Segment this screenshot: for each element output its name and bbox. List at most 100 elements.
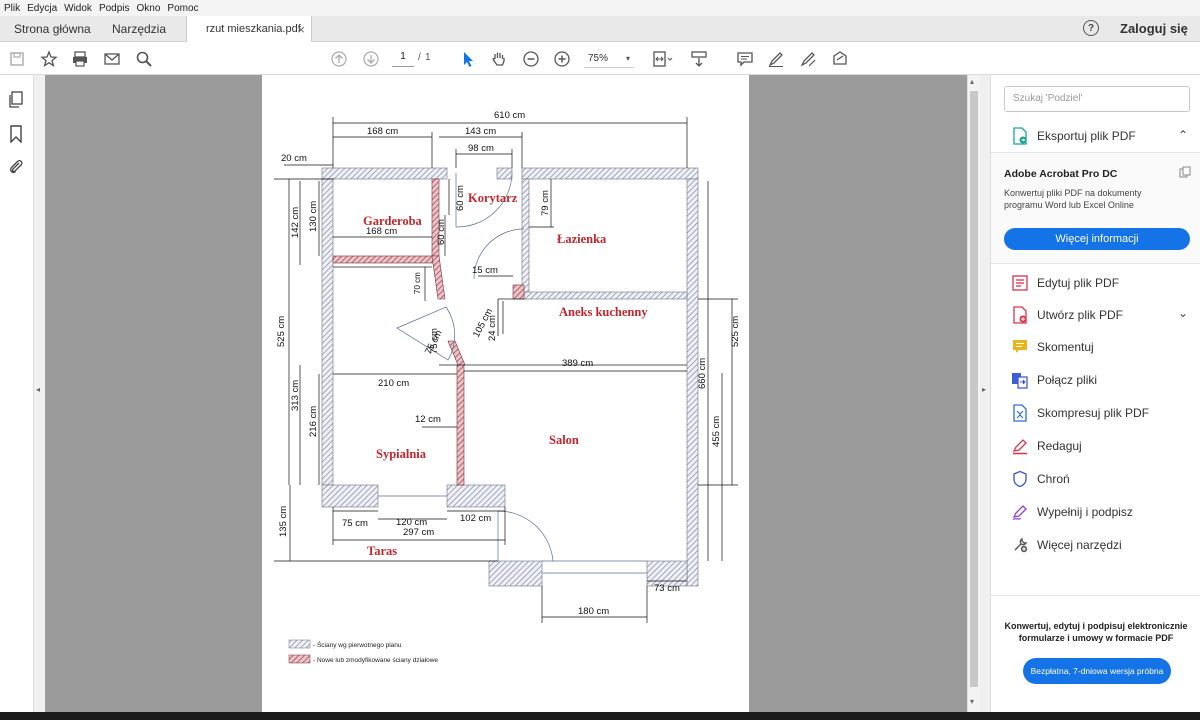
tool-label: Redaguj — [1037, 439, 1082, 453]
tab-tools[interactable]: Narzędzia — [112, 16, 166, 42]
page-number-input[interactable]: 1 — [392, 51, 414, 67]
dim-15: 15 cm — [472, 265, 498, 276]
hand-tool-icon[interactable] — [488, 48, 510, 70]
scroll-up-icon[interactable]: ▴ — [970, 77, 974, 86]
tab-close-icon[interactable]: × — [297, 22, 305, 37]
scroll-down-icon[interactable]: ▾ — [970, 697, 974, 706]
page-separator: / — [418, 52, 421, 63]
star-icon[interactable] — [38, 48, 60, 70]
dim-525b: 525 cm — [730, 316, 741, 347]
more-info-button[interactable]: Więcej informacji — [1004, 228, 1190, 250]
copy-icon[interactable] — [1179, 166, 1191, 181]
dim-389: 389 cm — [562, 358, 593, 369]
zoom-in-icon[interactable] — [551, 48, 573, 70]
draw-erase-icon[interactable] — [797, 48, 819, 70]
trial-promo: Konwertuj, edytuj i podpisuj elektronicz… — [991, 595, 1200, 712]
tool-combine-files[interactable]: Połącz pliki — [1011, 370, 1097, 390]
door-arcs — [378, 172, 647, 574]
shield-icon — [1011, 470, 1029, 488]
save-icon[interactable] — [6, 48, 28, 70]
tool-label: Chroń — [1037, 472, 1070, 486]
left-panel-toggle[interactable]: ◂ — [34, 75, 45, 712]
dim-660: 660 cm — [697, 358, 708, 389]
menu-view[interactable]: Widok — [64, 3, 92, 14]
dim-73: 73 cm — [654, 583, 680, 594]
tool-edit-pdf[interactable]: Edytuj plik PDF — [1011, 273, 1119, 293]
tool-protect[interactable]: Chroń — [1011, 469, 1070, 489]
menu-help[interactable]: Pomoc — [167, 3, 198, 14]
tool-create-pdf[interactable]: Utwórz plik PDF ⌄ — [1011, 305, 1191, 325]
zoom-out-icon[interactable] — [520, 48, 542, 70]
tool-more-tools[interactable]: Więcej narzędzi — [1011, 535, 1122, 555]
dim-455: 455 cm — [711, 416, 722, 447]
menu-edit[interactable]: Edycja — [27, 3, 57, 14]
dim-79: 79 cm — [540, 190, 551, 216]
tool-fill-sign[interactable]: Wypełnij i podpisz — [1011, 502, 1133, 522]
menu-file[interactable]: Plik — [4, 3, 20, 14]
page-up-icon[interactable] — [328, 48, 350, 70]
tab-document[interactable]: rzut mieszkania.pdf × — [186, 16, 312, 42]
chevron-down-icon[interactable]: ⌄ — [1178, 306, 1188, 320]
legend-original: - Ściany wg pierwotnego planu — [313, 640, 402, 649]
trial-promo-text: Konwertuj, edytuj i podpisuj elektronicz… — [1004, 621, 1188, 643]
zoom-search-icon[interactable] — [133, 48, 155, 70]
print-icon[interactable] — [69, 48, 91, 70]
free-trial-button[interactable]: Bezpłatna, 7-dniowa wersja próbna — [1023, 658, 1171, 684]
bookmark-icon[interactable] — [9, 125, 23, 146]
select-cursor-icon[interactable] — [457, 48, 479, 70]
legend-modified: - Nowe lub zmodyfikowane ściany działowe — [313, 657, 438, 664]
page-thumbnails-icon[interactable] — [8, 91, 24, 112]
comment-icon[interactable] — [734, 48, 756, 70]
attachment-icon[interactable] — [8, 158, 24, 179]
login-link[interactable]: Zaloguj się — [1120, 21, 1188, 36]
floor-plan-drawing: Korytarz Garderoba Łazienka Aneks kuchen… — [274, 110, 741, 664]
tab-home[interactable]: Strona główna — [14, 16, 91, 42]
export-pdf-label: Eksportuj plik PDF — [1037, 129, 1136, 143]
chevron-up-icon[interactable]: ⌃ — [1178, 128, 1188, 142]
tab-bar: Strona główna Narzędzia rzut mieszkania.… — [0, 16, 1200, 42]
dim-75c: 75 cm — [342, 518, 368, 529]
more-tools-icon — [1011, 536, 1029, 554]
promo-card: Adobe Acrobat Pro DC Konwertuj pliki PDF… — [991, 152, 1200, 264]
mail-icon[interactable] — [101, 48, 123, 70]
dim-168b: 168 cm — [366, 226, 397, 237]
vertical-scrollbar[interactable]: ▴ ▾ — [967, 75, 980, 712]
zoom-select[interactable]: 75% ▾ — [584, 50, 634, 68]
create-pdf-icon — [1011, 306, 1029, 324]
dim-297: 297 cm — [403, 527, 434, 538]
scrollbar-thumb[interactable] — [970, 91, 978, 687]
promo-body: Konwertuj pliki PDF na dokumenty program… — [1004, 188, 1142, 210]
scroll-mode-icon[interactable] — [688, 48, 710, 70]
page-total: 1 — [425, 52, 431, 63]
document-viewer[interactable]: Korytarz Garderoba Łazienka Aneks kuchen… — [45, 75, 967, 712]
fit-page-icon[interactable] — [648, 48, 678, 70]
menu-window[interactable]: Okno — [137, 3, 161, 14]
dim-210: 210 cm — [378, 378, 409, 389]
os-taskbar — [0, 712, 1200, 720]
dim-24: 24 cm — [487, 315, 498, 341]
export-pdf-tool[interactable]: Eksportuj plik PDF ⌃ — [1011, 126, 1191, 146]
menu-bar: Plik Edycja Widok Podpis Okno Pomoc — [0, 0, 1200, 16]
dim-525a: 525 cm — [276, 316, 287, 347]
page-down-icon[interactable] — [360, 48, 382, 70]
tool-redact[interactable]: Redaguj — [1011, 436, 1082, 456]
dim-135: 135 cm — [278, 506, 289, 537]
dim-12: 12 cm — [415, 414, 441, 425]
dim-20: 20 cm — [281, 153, 307, 164]
redact-icon — [1011, 437, 1029, 455]
dim-610: 610 cm — [494, 110, 525, 121]
tool-compress-pdf[interactable]: Skompresuj plik PDF — [1011, 403, 1149, 423]
fill-sign-icon[interactable] — [829, 48, 851, 70]
tool-label: Wypełnij i podpisz — [1037, 505, 1133, 519]
dim-130: 130 cm — [308, 201, 319, 232]
search-input[interactable]: Szukaj 'Podziel' — [1004, 86, 1190, 112]
help-icon[interactable]: ? — [1083, 20, 1099, 36]
tool-comment[interactable]: Skomentuj — [1011, 337, 1094, 357]
room-lazienka: Łazienka — [557, 232, 607, 246]
dim-143: 143 cm — [465, 126, 496, 137]
highlight-pen-icon[interactable] — [765, 48, 787, 70]
dim-168: 168 cm — [367, 126, 398, 137]
right-panel-toggle[interactable]: ▸ — [980, 75, 990, 712]
dim-98: 98 cm — [468, 143, 494, 154]
menu-sign[interactable]: Podpis — [99, 3, 130, 14]
